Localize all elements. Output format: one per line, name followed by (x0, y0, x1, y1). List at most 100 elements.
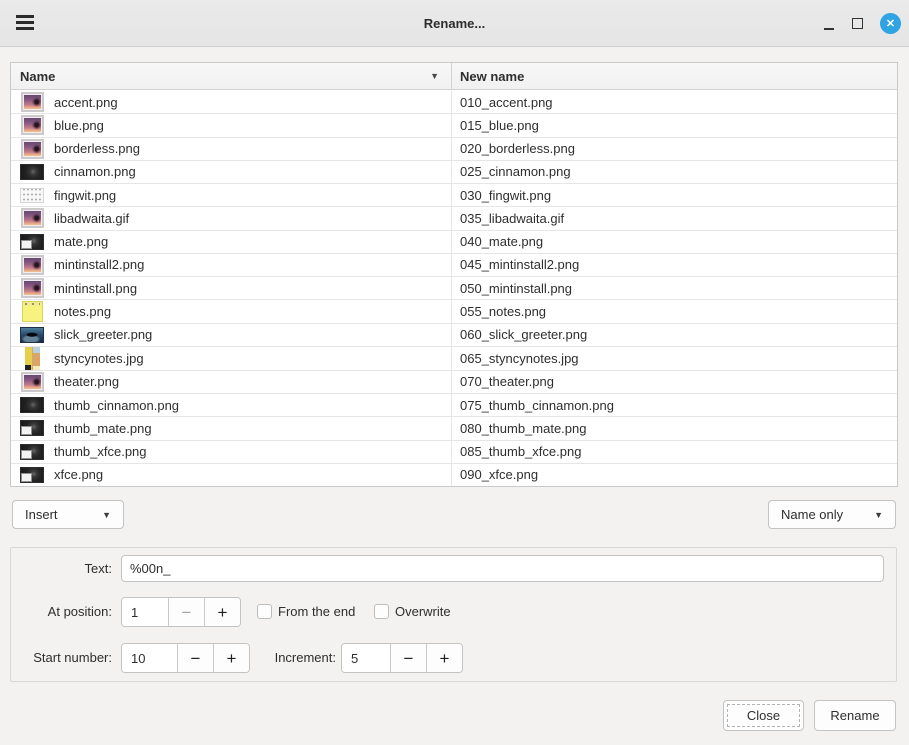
close-button[interactable]: Close (723, 700, 804, 731)
new-name-text: 040_mate.png (460, 234, 543, 249)
file-name-text: theater.png (54, 374, 119, 389)
column-header-name-label: Name (20, 69, 55, 84)
start-number-input[interactable] (122, 644, 177, 672)
position-decrement-button[interactable]: − (168, 598, 204, 626)
table-row[interactable]: slick_greeter.png 060_slick_greeter.png (11, 324, 897, 347)
position-input[interactable] (122, 598, 168, 626)
table-row[interactable]: blue.png 015_blue.png (11, 114, 897, 137)
new-name-text: 080_thumb_mate.png (460, 421, 586, 436)
file-name-cell: theater.png (11, 371, 452, 393)
new-name-cell: 090_xfce.png (452, 464, 897, 486)
table-row[interactable]: mate.png 040_mate.png (11, 231, 897, 254)
file-thumbnail-icon (20, 188, 44, 203)
new-name-text: 060_slick_greeter.png (460, 327, 587, 342)
file-thumbnail-icon (21, 139, 44, 159)
file-name-text: fingwit.png (54, 188, 116, 203)
new-name-cell: 020_borderless.png (452, 138, 897, 160)
position-spinner: − + (121, 597, 241, 627)
rename-button[interactable]: Rename (814, 700, 896, 731)
file-thumbnail-icon (21, 208, 44, 228)
new-name-text: 055_notes.png (460, 304, 546, 319)
new-name-text: 010_accent.png (460, 95, 553, 110)
new-name-text: 070_theater.png (460, 374, 554, 389)
new-name-cell: 050_mintinstall.png (452, 277, 897, 299)
new-name-text: 090_xfce.png (460, 467, 538, 482)
file-name-cell: xfce.png (11, 464, 452, 486)
position-increment-button[interactable]: + (204, 598, 240, 626)
new-name-cell: 055_notes.png (452, 300, 897, 322)
text-field-label: Text: (11, 561, 112, 576)
column-header-name[interactable]: Name ▼ (11, 63, 452, 89)
file-name-cell: mintinstall.png (11, 277, 452, 299)
increment-increment-button[interactable]: + (426, 644, 462, 672)
table-row[interactable]: accent.png 010_accent.png (11, 91, 897, 114)
file-name-text: styncynotes.jpg (54, 351, 144, 366)
column-header-new-name[interactable]: New name (452, 63, 897, 89)
overwrite-checkbox[interactable]: Overwrite (374, 604, 451, 619)
chevron-down-icon: ▼ (874, 510, 883, 520)
file-name-text: cinnamon.png (54, 164, 136, 179)
file-name-cell: accent.png (11, 91, 452, 113)
new-name-cell: 025_cinnamon.png (452, 161, 897, 183)
table-row[interactable]: borderless.png 020_borderless.png (11, 138, 897, 161)
insert-mode-dropdown[interactable]: Insert ▼ (12, 500, 124, 529)
table-row[interactable]: thumb_mate.png 080_thumb_mate.png (11, 417, 897, 440)
new-name-cell: 045_mintinstall2.png (452, 254, 897, 276)
sort-descending-icon: ▼ (430, 71, 439, 81)
insert-options-panel: Text: At position: − + From the end Over… (10, 547, 897, 682)
minimize-icon[interactable] (823, 14, 835, 34)
increment-input[interactable] (342, 644, 390, 672)
file-name-text: notes.png (54, 304, 111, 319)
scope-label: Name only (781, 507, 843, 522)
table-row[interactable]: thumb_cinnamon.png 075_thumb_cinnamon.pn… (11, 394, 897, 417)
new-name-cell: 070_theater.png (452, 371, 897, 393)
file-thumbnail-icon (21, 372, 44, 392)
insert-mode-label: Insert (25, 507, 58, 522)
table-row[interactable]: fingwit.png 030_fingwit.png (11, 184, 897, 207)
file-thumbnail-icon (21, 278, 44, 298)
new-name-cell: 030_fingwit.png (452, 184, 897, 206)
maximize-icon[interactable] (852, 18, 863, 29)
file-name-text: blue.png (54, 118, 104, 133)
new-name-text: 025_cinnamon.png (460, 164, 571, 179)
file-thumbnail-icon (20, 234, 44, 250)
table-row[interactable]: mintinstall.png 050_mintinstall.png (11, 277, 897, 300)
new-name-text: 075_thumb_cinnamon.png (460, 398, 614, 413)
chevron-down-icon: ▼ (102, 510, 111, 520)
new-name-text: 050_mintinstall.png (460, 281, 572, 296)
file-thumbnail-icon (22, 301, 43, 322)
file-thumbnail-icon (25, 347, 40, 370)
new-name-cell: 085_thumb_xfce.png (452, 441, 897, 463)
new-name-cell: 065_styncynotes.jpg (452, 347, 897, 370)
from-the-end-checkbox[interactable]: From the end (257, 604, 355, 619)
table-row[interactable]: theater.png 070_theater.png (11, 371, 897, 394)
table-row[interactable]: thumb_xfce.png 085_thumb_xfce.png (11, 441, 897, 464)
close-window-icon[interactable]: ✕ (880, 13, 901, 34)
file-name-cell: thumb_mate.png (11, 417, 452, 439)
file-thumbnail-icon (20, 444, 44, 460)
new-name-text: 015_blue.png (460, 118, 539, 133)
new-name-cell: 015_blue.png (452, 114, 897, 136)
titlebar: Rename... ✕ (0, 0, 909, 47)
table-row[interactable]: libadwaita.gif 035_libadwaita.gif (11, 207, 897, 230)
increment-decrement-button[interactable]: − (390, 644, 426, 672)
new-name-text: 035_libadwaita.gif (460, 211, 564, 226)
file-name-cell: fingwit.png (11, 184, 452, 206)
scope-dropdown[interactable]: Name only ▼ (768, 500, 896, 529)
table-row[interactable]: xfce.png 090_xfce.png (11, 464, 897, 486)
table-row[interactable]: notes.png 055_notes.png (11, 300, 897, 323)
file-name-cell: cinnamon.png (11, 161, 452, 183)
text-input[interactable] (121, 555, 884, 582)
table-row[interactable]: mintinstall2.png 045_mintinstall2.png (11, 254, 897, 277)
start-number-decrement-button[interactable]: − (177, 644, 213, 672)
file-name-text: mintinstall2.png (54, 257, 144, 272)
start-number-field-label: Start number: (11, 650, 112, 665)
menu-icon[interactable] (16, 15, 34, 31)
file-name-text: accent.png (54, 95, 118, 110)
table-row[interactable]: styncynotes.jpg 065_styncynotes.jpg (11, 347, 897, 371)
table-row[interactable]: cinnamon.png 025_cinnamon.png (11, 161, 897, 184)
new-name-cell: 075_thumb_cinnamon.png (452, 394, 897, 416)
file-name-text: thumb_cinnamon.png (54, 398, 179, 413)
new-name-cell: 080_thumb_mate.png (452, 417, 897, 439)
file-name-text: thumb_mate.png (54, 421, 152, 436)
